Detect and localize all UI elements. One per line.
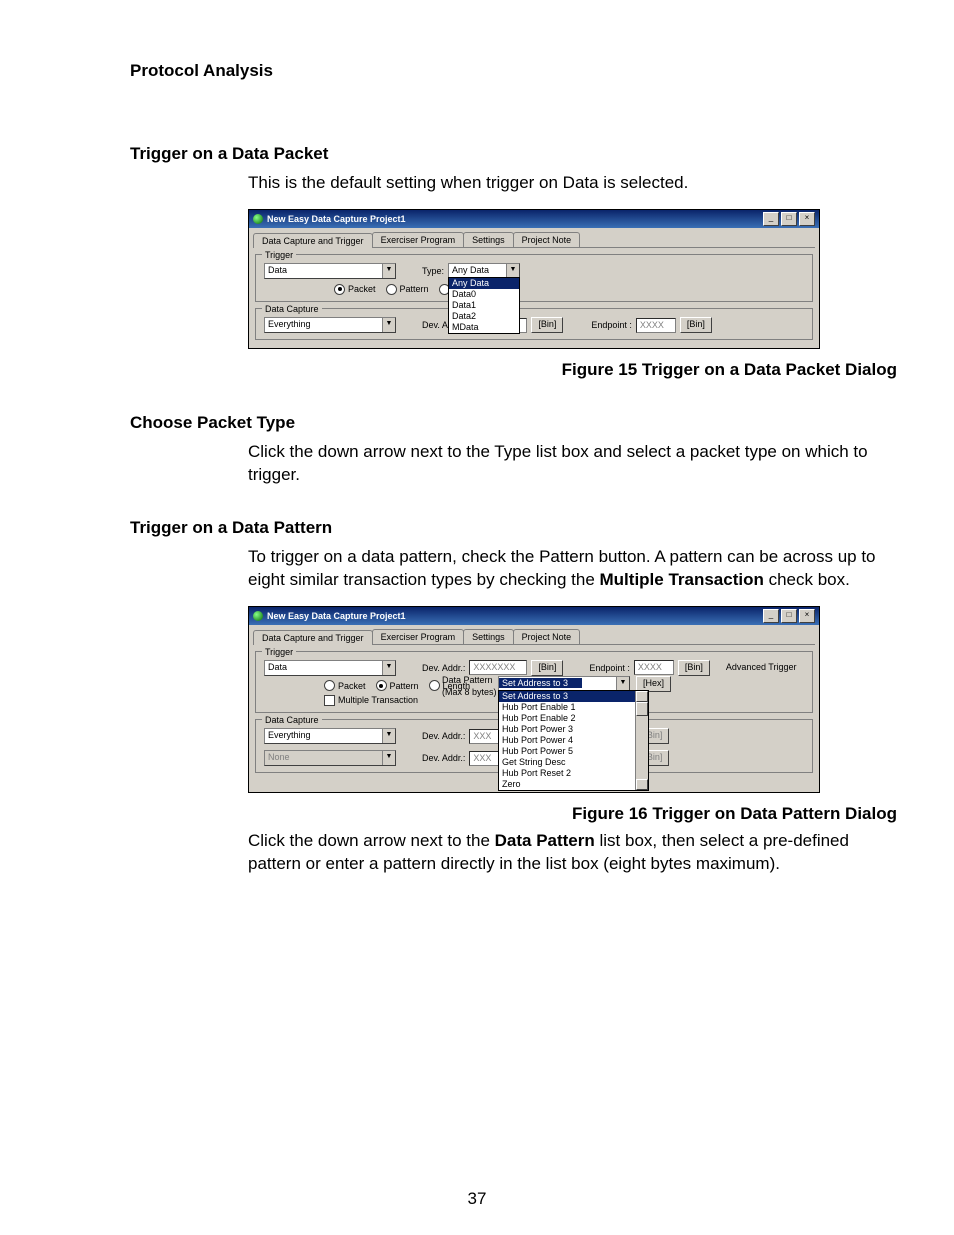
- minimize-icon[interactable]: _: [763, 212, 779, 226]
- legend-trigger: Trigger: [262, 249, 296, 261]
- heading-trigger-pattern: Trigger on a Data Pattern: [130, 517, 897, 540]
- caption-fig16: Figure 16 Trigger on Data Pattern Dialog: [130, 803, 897, 826]
- devaddr-label: Dev. Addr.:: [422, 662, 465, 674]
- dp-option[interactable]: Get String Desc: [499, 757, 636, 768]
- devaddr-field3: XXX: [469, 751, 499, 766]
- trigger-select[interactable]: Data▼: [264, 263, 396, 279]
- dialog-fig15: New Easy Data Capture Project1 _ □ × Dat…: [248, 209, 820, 349]
- endpoint-label: Endpoint :: [589, 662, 630, 674]
- data-capture-select[interactable]: Everything▼: [264, 317, 396, 333]
- page-number: 37: [0, 1188, 954, 1211]
- chevron-down-icon[interactable]: ▼: [382, 264, 395, 278]
- legend-data-capture: Data Capture: [262, 303, 322, 315]
- advanced-trigger-label[interactable]: Advanced Trigger: [726, 663, 797, 672]
- body-s2: Click the down arrow next to the Type li…: [248, 441, 897, 487]
- endpoint-bin-button[interactable]: [Bin]: [678, 660, 710, 676]
- endpoint-field[interactable]: XXXX: [634, 660, 674, 675]
- dp-option[interactable]: Hub Port Enable 1: [499, 702, 636, 713]
- heading-trigger-packet: Trigger on a Data Packet: [130, 143, 897, 166]
- type-option[interactable]: Data1: [449, 300, 519, 311]
- chevron-down-icon[interactable]: ▼: [382, 318, 395, 332]
- app-icon: [253, 611, 263, 621]
- endpoint-label: Endpoint :: [591, 319, 632, 331]
- app-icon: [253, 214, 263, 224]
- dp-option[interactable]: Set Address to 3: [499, 691, 636, 702]
- body-s1: This is the default setting when trigger…: [248, 172, 897, 195]
- close-icon[interactable]: ×: [799, 609, 815, 623]
- chevron-down-icon[interactable]: ▼: [382, 729, 395, 743]
- checkbox-multitrans[interactable]: Multiple Transaction: [324, 694, 418, 706]
- tab-settings[interactable]: Settings: [463, 629, 514, 644]
- tab-settings[interactable]: Settings: [463, 232, 514, 247]
- devaddr-bin-button[interactable]: [Bin]: [531, 317, 563, 333]
- tab-exerciser[interactable]: Exerciser Program: [372, 629, 465, 644]
- devaddr-bin-button[interactable]: [Bin]: [531, 660, 563, 676]
- tab-project-note[interactable]: Project Note: [513, 232, 581, 247]
- tab-capture-trigger[interactable]: Data Capture and Trigger: [253, 233, 373, 248]
- devaddr-field2[interactable]: XXX: [469, 729, 499, 744]
- dp-option[interactable]: Zero: [499, 779, 636, 790]
- chevron-down-icon[interactable]: ▼: [382, 661, 395, 675]
- data-capture-select2: None▼: [264, 750, 396, 766]
- chevron-down-icon[interactable]: ▼: [616, 677, 629, 691]
- legend-trigger: Trigger: [262, 646, 296, 658]
- data-pattern-sub: (Max 8 bytes): [442, 686, 497, 698]
- type-dropdown-list[interactable]: Any Data Data0 Data1 Data2 MData: [448, 277, 520, 334]
- group-trigger: Trigger Data▼ Type: Any Data▼ Any Data D…: [255, 254, 813, 302]
- group-data-capture: Data Capture Everything▼ Dev. Addr.: XXX…: [255, 308, 813, 340]
- body-s3: To trigger on a data pattern, check the …: [248, 546, 897, 592]
- type-option[interactable]: Data2: [449, 311, 519, 322]
- radio-pattern[interactable]: Pattern: [376, 680, 419, 692]
- dp-option[interactable]: Hub Port Power 4: [499, 735, 636, 746]
- type-option[interactable]: Any Data: [449, 278, 519, 289]
- data-pattern-dropdown-list[interactable]: Set Address to 3 Hub Port Enable 1 Hub P…: [498, 690, 649, 791]
- radio-pattern[interactable]: Pattern: [386, 283, 429, 295]
- data-capture-select[interactable]: Everything▼: [264, 728, 396, 744]
- devaddr-label: Dev. Addr.:: [422, 730, 465, 742]
- tab-project-note[interactable]: Project Note: [513, 629, 581, 644]
- maximize-icon[interactable]: □: [781, 212, 797, 226]
- window-title: New Easy Data Capture Project1: [267, 610, 763, 622]
- group-trigger: Trigger Data▼ Dev. Addr.: XXXXXXX [Bin] …: [255, 651, 813, 713]
- type-option[interactable]: MData: [449, 322, 519, 333]
- dp-option[interactable]: Hub Port Power 3: [499, 724, 636, 735]
- radio-packet[interactable]: Packet: [334, 283, 376, 295]
- trigger-select[interactable]: Data▼: [264, 660, 396, 676]
- minimize-icon[interactable]: _: [763, 609, 779, 623]
- data-pattern-label: Data Pattern: [442, 674, 497, 686]
- devaddr-label: Dev. Addr.:: [422, 752, 465, 764]
- heading-choose-packet-type: Choose Packet Type: [130, 412, 897, 435]
- type-select[interactable]: Any Data▼ Any Data Data0 Data1 Data2 MDa…: [448, 263, 520, 279]
- dp-option[interactable]: Hub Port Power 5: [499, 746, 636, 757]
- chevron-down-icon[interactable]: ▼: [506, 264, 519, 278]
- tab-exerciser[interactable]: Exerciser Program: [372, 232, 465, 247]
- dialog-fig16: New Easy Data Capture Project1 _ □ × Dat…: [248, 606, 820, 793]
- running-header: Protocol Analysis: [130, 60, 897, 83]
- chevron-down-icon: ▼: [382, 751, 395, 765]
- maximize-icon[interactable]: □: [781, 609, 797, 623]
- tab-capture-trigger[interactable]: Data Capture and Trigger: [253, 630, 373, 645]
- dp-option[interactable]: Hub Port Enable 2: [499, 713, 636, 724]
- type-option[interactable]: Data0: [449, 289, 519, 300]
- dp-option[interactable]: Hub Port Reset 2: [499, 768, 636, 779]
- close-icon[interactable]: ×: [799, 212, 815, 226]
- endpoint-bin-button[interactable]: [Bin]: [680, 317, 712, 333]
- caption-fig15: Figure 15 Trigger on a Data Packet Dialo…: [130, 359, 897, 382]
- window-title: New Easy Data Capture Project1: [267, 213, 763, 225]
- radio-packet[interactable]: Packet: [324, 680, 366, 692]
- type-label: Type:: [422, 265, 444, 277]
- scrollbar[interactable]: [635, 691, 648, 790]
- body-s4: Click the down arrow next to the Data Pa…: [248, 830, 897, 876]
- endpoint-field[interactable]: XXXX: [636, 318, 676, 333]
- legend-data-capture: Data Capture: [262, 714, 322, 726]
